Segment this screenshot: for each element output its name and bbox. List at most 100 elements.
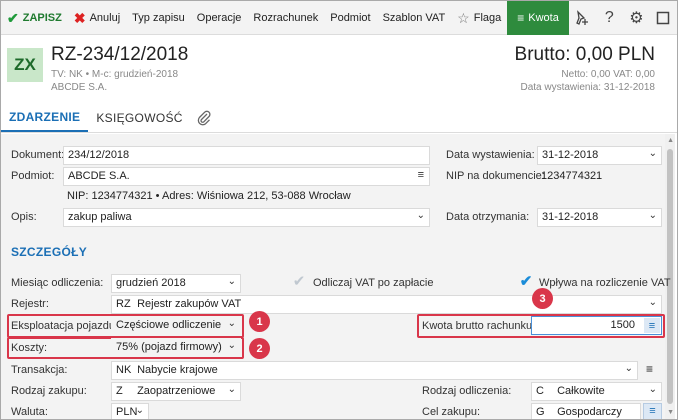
purpose-value: Gospodarczy bbox=[557, 406, 622, 418]
purpose-code: G bbox=[536, 406, 545, 418]
receipt-date-label: Data otrzymania: bbox=[446, 211, 530, 223]
transaction-select[interactable]: NK Nabycie krajowe ⌄ bbox=[111, 361, 638, 380]
month-select[interactable]: grudzień 2018 ⌄ bbox=[111, 274, 241, 293]
deduction-type-value: Całkowite bbox=[557, 385, 605, 397]
register-value: Rejestr zakupów VAT bbox=[137, 298, 242, 310]
entity-input[interactable]: ABCDE S.A. ≡ bbox=[63, 167, 430, 186]
chevron-down-icon: ⌄ bbox=[135, 405, 144, 416]
receipt-date-value: 31-12-2018 bbox=[542, 211, 599, 223]
purpose-label: Cel zakupu: bbox=[422, 406, 481, 418]
netto-vat-total: Netto: 0,00 VAT: 0,00 bbox=[561, 69, 655, 80]
issue-date-select[interactable]: 31-12-2018 ⌄ bbox=[537, 146, 662, 165]
deduction-type-select[interactable]: C Całkowite ⌄ bbox=[531, 382, 662, 401]
entity-button[interactable]: Podmiot bbox=[324, 1, 376, 35]
save-button[interactable]: ✔ ZAPISZ bbox=[1, 1, 68, 35]
month-label: Miesiąc odliczenia: bbox=[11, 277, 104, 289]
list-lines-icon[interactable]: ≡ bbox=[418, 169, 424, 181]
chevron-down-icon: ⌄ bbox=[648, 297, 657, 308]
header-issue-date: Data wystawienia: 31-12-2018 bbox=[520, 82, 655, 93]
scroll-down-icon[interactable]: ▼ bbox=[667, 409, 674, 416]
operations-label: Operacje bbox=[196, 11, 242, 24]
register-select[interactable]: RZ Rejestr zakupów VAT ⌄ bbox=[111, 295, 662, 314]
document-value: 234/12/2018 bbox=[68, 149, 130, 161]
transaction-value: Nabycie krajowe bbox=[137, 364, 218, 376]
save-label: ZAPISZ bbox=[22, 11, 62, 24]
vehicle-value: Częściowe odliczenie bbox=[116, 319, 222, 331]
flag-button[interactable]: ☆ Flaga bbox=[451, 1, 507, 35]
deduct-on-payment-checkbox[interactable]: ✔ bbox=[291, 274, 307, 290]
chevron-down-icon: ⌄ bbox=[648, 210, 657, 221]
operations-button[interactable]: Operacje bbox=[191, 1, 248, 35]
purchase-type-select[interactable]: Z Zaopatrzeniowe ⌄ bbox=[111, 382, 241, 401]
document-company: ABCDE S.A. bbox=[51, 82, 108, 93]
chevron-down-icon: ⌄ bbox=[648, 148, 657, 159]
nip-doc-value: 1234774321 bbox=[541, 170, 603, 182]
deduction-type-code: C bbox=[536, 385, 544, 397]
purpose-lines-icon[interactable]: ≡ bbox=[643, 403, 662, 419]
nip-doc-label: NIP na dokumencie: bbox=[446, 170, 545, 182]
cancel-label: Anuluj bbox=[89, 11, 121, 24]
chevron-down-icon: ⌄ bbox=[227, 340, 236, 351]
register-code: RZ bbox=[116, 298, 131, 310]
costs-value: 75% (pojazd firmowy) bbox=[116, 341, 222, 353]
purpose-select[interactable]: G Gospodarczy bbox=[531, 403, 641, 419]
vat-template-button[interactable]: Szablon VAT bbox=[377, 1, 452, 35]
document-subtitle: TV: NK • M-c: grudzień-2018 bbox=[51, 69, 179, 80]
document-input[interactable]: 234/12/2018 bbox=[63, 146, 430, 165]
gross-amount-input[interactable]: 1500 ≡ bbox=[531, 316, 662, 335]
record-type-label: Typ zapisu bbox=[132, 11, 185, 24]
flag-label: Flaga bbox=[473, 11, 502, 24]
tab-event[interactable]: ZDARZENIE bbox=[1, 104, 89, 132]
help-icon[interactable]: ? bbox=[596, 1, 623, 35]
deduct-on-payment-label: Odliczaj VAT po zapłacie bbox=[313, 277, 434, 289]
transaction-list-icon[interactable]: ≡ bbox=[646, 362, 653, 376]
callout-3: 3 bbox=[532, 288, 553, 309]
pin-add-icon[interactable] bbox=[569, 1, 596, 35]
calculator-lines-icon[interactable]: ≡ bbox=[644, 318, 660, 333]
vehicle-select[interactable]: Częściowe odliczenie ⌄ bbox=[111, 316, 241, 335]
description-select[interactable]: zakup paliwa ⌄ bbox=[63, 208, 430, 227]
vat-template-label: Szablon VAT bbox=[382, 11, 446, 24]
issue-date-label: Data wystawienia: bbox=[446, 149, 535, 161]
close-x-icon: ✖ bbox=[73, 9, 86, 26]
transaction-label: Transakcja: bbox=[11, 364, 68, 376]
register-label: Rejestr: bbox=[11, 298, 49, 310]
gear-icon[interactable]: ⚙ bbox=[623, 1, 650, 35]
affects-vat-checkbox[interactable]: ✔ bbox=[518, 274, 534, 290]
currency-label: Waluta: bbox=[11, 406, 48, 418]
chevron-down-icon: ⌄ bbox=[227, 276, 236, 287]
chevron-down-icon: ⌄ bbox=[416, 210, 425, 221]
toolbar: ✔ ZAPISZ ✖ Anuluj Typ zapisu Operacje Ro… bbox=[1, 1, 677, 35]
scroll-up-icon[interactable]: ▲ bbox=[667, 137, 674, 144]
deduction-type-label: Rodzaj odliczenia: bbox=[422, 385, 512, 397]
description-value: zakup paliwa bbox=[68, 211, 132, 223]
brutto-total: Brutto: 0,00 PLN bbox=[514, 44, 655, 65]
vehicle-label: Eksploatacja pojazdu: bbox=[11, 320, 119, 332]
amount-button[interactable]: ≡ Kwota bbox=[507, 1, 569, 35]
gross-amount-label: Kwota brutto rachunku: bbox=[422, 320, 536, 332]
receipt-date-select[interactable]: 31-12-2018 ⌄ bbox=[537, 208, 662, 227]
chevron-down-icon: ⌄ bbox=[227, 318, 236, 329]
month-value: grudzień 2018 bbox=[116, 277, 186, 289]
document-title: RZ-234/12/2018 bbox=[51, 44, 189, 65]
chevron-down-icon: ⌄ bbox=[227, 384, 236, 395]
purchase-type-code: Z bbox=[116, 385, 123, 397]
menu-lines-icon: ≡ bbox=[517, 10, 525, 25]
cancel-button[interactable]: ✖ Anuluj bbox=[68, 1, 126, 35]
record-type-button[interactable]: Typ zapisu bbox=[126, 1, 191, 35]
attachment-icon[interactable] bbox=[191, 104, 217, 132]
settlement-button[interactable]: Rozrachunek bbox=[247, 1, 324, 35]
costs-select[interactable]: 75% (pojazd firmowy) ⌄ bbox=[111, 338, 241, 357]
tab-accounting[interactable]: KSIĘGOWOŚĆ bbox=[88, 104, 190, 132]
toolbar-right: ? ⚙ bbox=[569, 1, 677, 35]
document-header: ZX RZ-234/12/2018 TV: NK • M-c: grudzień… bbox=[1, 36, 677, 102]
settlement-label: Rozrachunek bbox=[253, 11, 319, 24]
maximize-icon[interactable] bbox=[650, 1, 677, 35]
tab-bar: ZDARZENIE KSIĘGOWOŚĆ bbox=[1, 103, 677, 133]
currency-select[interactable]: PLN ⌄ bbox=[111, 403, 149, 419]
gross-amount-value: 1500 bbox=[610, 319, 635, 331]
check-icon: ✔ bbox=[7, 9, 19, 26]
entity-label: Podmiot bbox=[330, 11, 371, 24]
entity-nip-address: NIP: 1234774321 • Adres: Wiśniowa 212, 5… bbox=[67, 190, 351, 202]
chevron-down-icon: ⌄ bbox=[648, 384, 657, 395]
